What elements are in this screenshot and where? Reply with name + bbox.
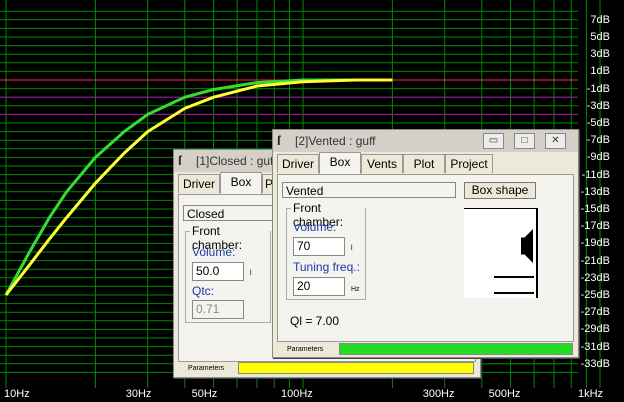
vented-parameters-bar (339, 343, 573, 355)
vented-window-tabs: Driver Box Vents Plot Project (277, 152, 497, 174)
y-tick-label: -1dB (586, 82, 610, 95)
x-tick-label: 500Hz (488, 388, 521, 400)
qtc-label: Qtc: (192, 284, 215, 298)
tab-driver[interactable]: Driver (178, 174, 220, 193)
qtc-field: 0.71 (192, 300, 244, 319)
x-tick-label: 50Hz (191, 388, 218, 400)
vent-port-lower (494, 292, 534, 294)
closed-window-title: [1]Closed : guff (196, 154, 277, 168)
volume-input[interactable]: 70 (293, 237, 345, 256)
volume-label: Volume: (192, 245, 236, 259)
y-tick-label: 5dB (590, 31, 610, 43)
y-tick-label: -3dB (586, 99, 610, 112)
minimize-button[interactable]: ▭ (483, 133, 504, 149)
vented-box-panel: Vented Box shape Front chamber: Volume: … (277, 174, 574, 342)
tab-vents[interactable]: Vents (361, 154, 403, 173)
y-tick-label: -5dB (586, 117, 610, 129)
tab-box[interactable]: Box (319, 152, 361, 174)
x-tick-label: 30Hz (125, 388, 152, 400)
vented-box-window[interactable]: ſ [2]Vented : guff ▭ □ ✕ Driver Box Vent… (272, 129, 579, 358)
x-tick-label: 100Hz (281, 388, 313, 400)
x-tick-label: 1kHz (578, 388, 604, 400)
tab-driver[interactable]: Driver (277, 154, 319, 173)
x-tick-label: 10Hz (4, 388, 30, 400)
y-tick-label: -33dB (580, 357, 610, 370)
box-diagram (464, 208, 538, 298)
box-type-field: Vented (282, 182, 456, 198)
vent-port-upper (494, 276, 534, 278)
tuning-freq-input[interactable]: 20 (293, 277, 345, 296)
front-chamber-group: Front chamber: Volume: 50.0 l Qtc: 0.71 (185, 224, 271, 323)
tab-project[interactable]: Project (445, 154, 493, 173)
y-tick-label: 7dB (590, 13, 610, 26)
y-tick-label: 3dB (590, 48, 610, 61)
box-type-field: Closed (183, 205, 275, 221)
driver-icon (521, 229, 533, 263)
close-button[interactable]: ✕ (545, 133, 566, 149)
maximize-button[interactable]: □ (514, 133, 535, 149)
box-shape-button[interactable]: Box shape (464, 182, 536, 199)
closed-window-tabs: Driver Box P (178, 172, 278, 194)
vented-status-label: Parameters (287, 346, 324, 353)
closed-parameters-bar (238, 362, 474, 374)
app-icon: ſ (178, 153, 182, 168)
volume-input[interactable]: 50.0 (192, 262, 244, 281)
front-chamber-group: Front chamber: Volume: 70 l Tuning freq.… (286, 201, 366, 300)
x-tick-label: 300Hz (422, 388, 455, 400)
tuning-freq-label: Tuning freq.: (293, 260, 360, 274)
vented-window-title: [2]Vented : guff (295, 134, 376, 148)
closed-status-label: Parameters (188, 365, 225, 372)
tab-box[interactable]: Box (220, 172, 262, 194)
tab-plot[interactable]: Plot (403, 154, 445, 173)
ql-value: Ql = 7.00 (290, 314, 340, 328)
volume-unit: l (351, 245, 353, 252)
vented-window-titlebar[interactable]: ſ [2]Vented : guff ▭ □ ✕ (273, 130, 578, 152)
volume-label: Volume: (293, 220, 337, 234)
y-tick-label: 1dB (590, 65, 610, 78)
tuning-freq-unit: Hz (351, 286, 360, 293)
app-icon: ſ (277, 133, 281, 148)
volume-unit: l (250, 270, 252, 277)
